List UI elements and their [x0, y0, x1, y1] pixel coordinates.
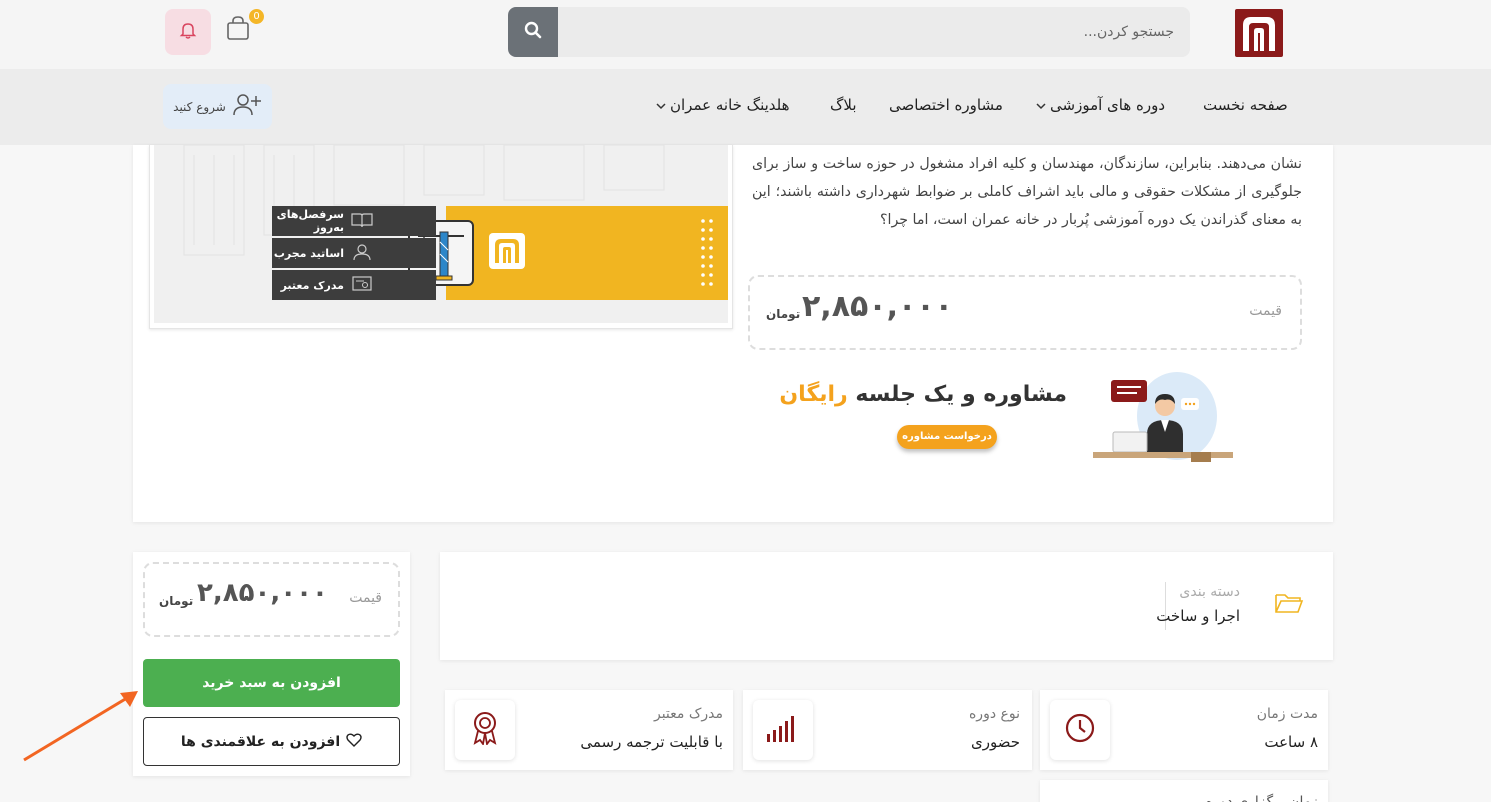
nav-item-label: مشاوره اختصاصی: [889, 96, 1003, 114]
certificate-icon: [350, 275, 374, 296]
info-card-duration: مدت زمان ۸ ساعت: [1040, 690, 1328, 770]
search-box: [508, 7, 1190, 57]
category-card: [440, 552, 1333, 660]
hero-badge-label: مدرک معتبر: [280, 278, 344, 292]
hero-badge-updated-syllabus: سرفصل‌های به‌روز: [272, 206, 436, 236]
info-icon-box: [753, 700, 813, 760]
notifications-button[interactable]: [165, 9, 211, 55]
bell-icon: [178, 20, 198, 44]
nav-item-label: صفحه نخست: [1203, 96, 1288, 114]
info-card-certificate: مدرک معتبر با قابلیت ترجمه رسمی: [445, 690, 733, 770]
wishlist-label: افزودن به علاقمندی ها: [180, 733, 341, 750]
nav-item-label: هلدینگ خانه عمران: [670, 96, 790, 114]
price-currency: تومان: [766, 307, 801, 321]
start-button[interactable]: شروع کنید: [163, 84, 272, 129]
hero-badge-label: سرفصل‌های به‌روز: [276, 208, 344, 234]
hero-badge-label: اساتید مجرب: [273, 246, 344, 260]
nav-item-courses[interactable]: دوره های آموزشی: [1036, 95, 1165, 115]
consultant-illustration: [1093, 372, 1233, 462]
book-icon: [350, 212, 374, 231]
nav-item-consulting[interactable]: مشاوره اختصاصی: [889, 95, 1003, 115]
chevron-down-icon: [656, 96, 666, 114]
sidebar-price-currency: تومان: [159, 594, 194, 608]
consult-banner-title: مشاوره و یک جلسه رایگان: [779, 382, 1067, 407]
info-value: حضوری: [970, 733, 1020, 751]
info-label: نوع دوره: [968, 706, 1020, 722]
request-consultation-button[interactable]: درخواست مشاوره: [897, 425, 997, 449]
site-logo[interactable]: [1235, 9, 1283, 57]
info-label: مدت زمان: [1256, 706, 1318, 722]
start-button-label: شروع کنید: [173, 99, 226, 114]
info-card-schedule: زمان برگزاری دوره: [1040, 780, 1328, 802]
nav-item-home[interactable]: صفحه نخست: [1203, 95, 1288, 115]
shopping-bag-icon: [226, 15, 250, 45]
course-description: نشان می‌دهند. بنابراین، سازندگان، مهندسا…: [752, 156, 1302, 228]
info-icon-box: [1050, 700, 1110, 760]
search-button[interactable]: [508, 7, 558, 57]
bar-chart-icon: [765, 712, 801, 748]
info-card-course-type: نوع دوره حضوری: [743, 690, 1032, 770]
nav-item-label: بلاگ: [830, 96, 857, 114]
sidebar-price-label: قیمت: [349, 590, 382, 606]
consult-title-main: مشاوره و یک جلسه: [855, 382, 1067, 407]
nav-item-holding[interactable]: هلدینگ خانه عمران: [656, 95, 790, 115]
add-to-wishlist-button[interactable]: افزودن به علاقمندی ها: [143, 717, 400, 766]
nav-item-blog[interactable]: بلاگ: [830, 95, 857, 115]
free-consultation-banner[interactable]: مشاوره و یک جلسه رایگان درخواست مشاوره: [779, 370, 1235, 466]
price-label: قیمت: [1249, 303, 1282, 319]
search-input[interactable]: [558, 7, 1190, 57]
add-user-icon: [232, 93, 262, 120]
khaneh-omran-logo: [489, 233, 525, 269]
chevron-down-icon: [1036, 96, 1046, 114]
course-price-box: قیمت ۲,۸۵۰,۰۰۰ تومان: [748, 275, 1302, 350]
user-icon: [350, 243, 374, 264]
consult-title-highlight: رایگان: [779, 382, 848, 407]
decorative-dots: [701, 219, 713, 286]
heart-icon: [346, 733, 362, 751]
folder-icon: [1274, 591, 1304, 619]
annotation-arrow: [23, 691, 138, 762]
category-value[interactable]: اجرا و ساخت: [1156, 607, 1240, 625]
award-ribbon-icon: [470, 711, 500, 749]
info-value: ۸ ساعت: [1264, 733, 1318, 751]
info-value: با قابلیت ترجمه رسمی: [580, 733, 723, 751]
add-to-cart-button[interactable]: افزودن به سبد خرید: [143, 659, 400, 707]
info-icon-box: [455, 700, 515, 760]
hero-badge-experienced-teachers: اساتید مجرب: [272, 238, 436, 268]
info-label: مدرک معتبر: [653, 706, 723, 722]
nav-item-label: دوره های آموزشی: [1050, 96, 1166, 114]
price-value: ۲,۸۵۰,۰۰۰: [802, 289, 953, 324]
clock-icon: [1064, 712, 1096, 748]
info-label: زمان برگزاری دوره: [1205, 794, 1318, 802]
sidebar-price-box: قیمت ۲,۸۵۰,۰۰۰ تومان: [143, 562, 400, 637]
search-icon: [524, 21, 542, 43]
category-label: دسته بندی: [1179, 584, 1240, 600]
cart-count-badge: 0: [249, 9, 264, 24]
hero-badge-valid-certificate: مدرک معتبر: [272, 270, 436, 300]
sidebar-price-value: ۲,۸۵۰,۰۰۰: [197, 578, 328, 608]
